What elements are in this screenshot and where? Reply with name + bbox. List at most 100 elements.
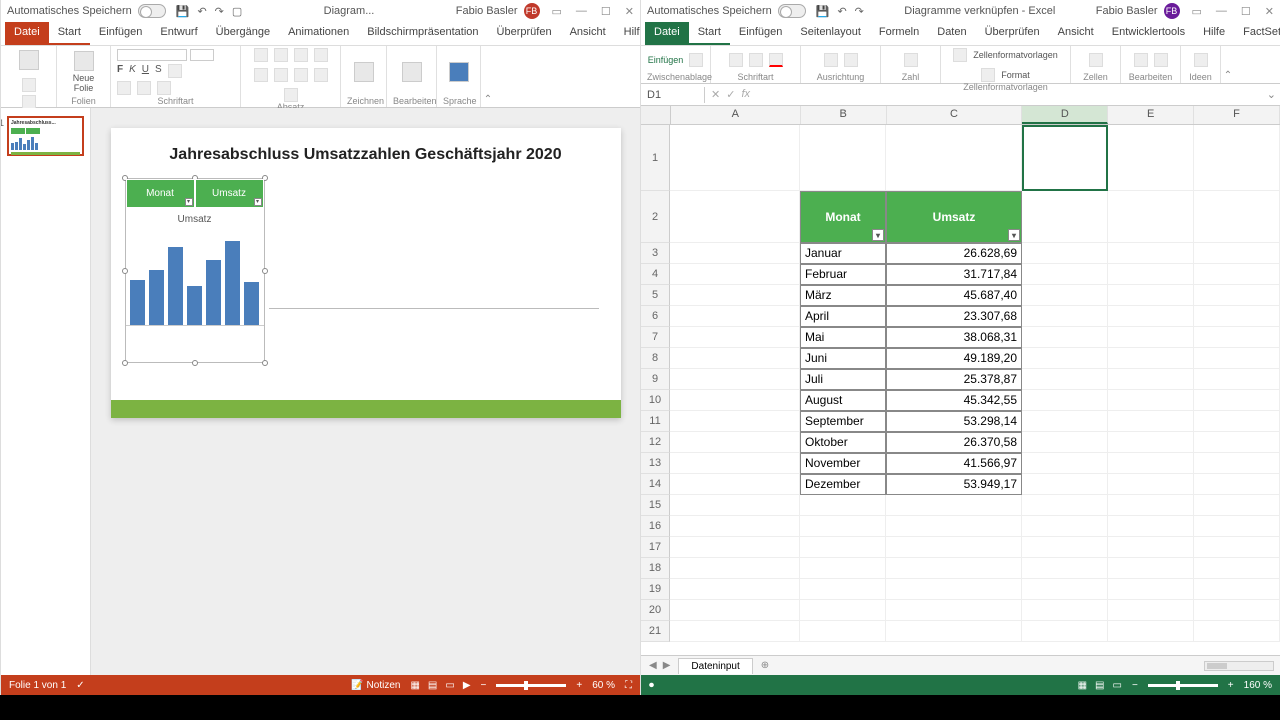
filter-icon[interactable]: ▾ <box>185 198 193 206</box>
cell-A9[interactable] <box>670 369 800 390</box>
tab-animations[interactable]: Animationen <box>279 22 358 45</box>
border-icon[interactable] <box>729 53 743 67</box>
sheet-tab-dateninput[interactable]: Dateninput <box>678 658 752 674</box>
tab-review[interactable]: Überprüfen <box>976 22 1049 45</box>
col-header-D[interactable]: D <box>1022 106 1108 124</box>
wrap-icon[interactable] <box>844 53 858 67</box>
cell-F7[interactable] <box>1194 327 1280 348</box>
spreadsheet-grid[interactable]: A B C D E F 1234567891011121314151617181… <box>641 106 1280 655</box>
col-header-A[interactable]: A <box>671 106 801 124</box>
ribbon-mode-icon[interactable]: ▭ <box>552 5 562 18</box>
numbering-icon[interactable] <box>274 48 288 62</box>
cell-A12[interactable] <box>670 432 800 453</box>
tab-formulas[interactable]: Formeln <box>870 22 928 45</box>
cell-E19[interactable] <box>1108 579 1194 600</box>
font-family-input[interactable] <box>117 49 187 61</box>
cell-F12[interactable] <box>1194 432 1280 453</box>
text-effect-icon[interactable] <box>168 64 182 78</box>
cell-E2[interactable] <box>1108 191 1194 243</box>
row-header[interactable]: 17 <box>641 537 670 558</box>
paste-insert-label[interactable]: Einfügen <box>648 55 684 65</box>
tab-view[interactable]: Ansicht <box>1049 22 1103 45</box>
bullets-icon[interactable] <box>254 48 268 62</box>
cell-A3[interactable] <box>670 243 800 264</box>
zoom-in-icon[interactable]: + <box>1228 680 1234 691</box>
bold-button[interactable]: F <box>117 64 123 78</box>
cell-A16[interactable] <box>670 516 800 537</box>
tab-data[interactable]: Daten <box>928 22 975 45</box>
row-header[interactable]: 3 <box>641 243 670 264</box>
cell-F20[interactable] <box>1194 600 1280 621</box>
cell-B19[interactable] <box>800 579 886 600</box>
font-size-input[interactable] <box>190 49 214 61</box>
cancel-fx-icon[interactable]: ✕ <box>711 88 720 101</box>
cell-F15[interactable] <box>1194 495 1280 516</box>
autosum-icon[interactable] <box>1134 53 1148 67</box>
row-header[interactable]: 15 <box>641 495 670 516</box>
cell-E15[interactable] <box>1108 495 1194 516</box>
slideshow-view-icon[interactable]: ▶ <box>463 680 471 691</box>
cell-B6[interactable]: April <box>800 306 886 327</box>
embedded-chart-object[interactable]: Monat▾ Umsatz▾ Umsatz <box>125 178 265 363</box>
tab-view[interactable]: Ansicht <box>561 22 615 45</box>
filter-icon[interactable]: ▾ <box>254 198 262 206</box>
cell-D8[interactable] <box>1022 348 1108 369</box>
col-header-B[interactable]: B <box>801 106 887 124</box>
slide-title[interactable]: Jahresabschluss Umsatzzahlen Geschäftsja… <box>125 146 607 164</box>
cell-C20[interactable] <box>886 600 1022 621</box>
cell-F8[interactable] <box>1194 348 1280 369</box>
cell-B10[interactable]: August <box>800 390 886 411</box>
cell-B21[interactable] <box>800 621 886 642</box>
cell-A18[interactable] <box>670 558 800 579</box>
zoom-value[interactable]: 60 % <box>592 680 615 691</box>
save-icon[interactable]: 💾 <box>816 5 830 18</box>
cell-C9[interactable]: 25.378,87 <box>886 369 1022 390</box>
maximize-icon[interactable]: ☐ <box>601 5 611 18</box>
cell-B8[interactable]: Juni <box>800 348 886 369</box>
tab-help[interactable]: Hilfe <box>1194 22 1234 45</box>
cell-A17[interactable] <box>670 537 800 558</box>
cell-D13[interactable] <box>1022 453 1108 474</box>
cell-F16[interactable] <box>1194 516 1280 537</box>
cell-F9[interactable] <box>1194 369 1280 390</box>
cell-B3[interactable]: Januar <box>800 243 886 264</box>
cell-C10[interactable]: 45.342,55 <box>886 390 1022 411</box>
user-avatar[interactable]: FB <box>1164 3 1180 19</box>
minimize-icon[interactable]: — <box>1216 5 1227 18</box>
zoom-slider[interactable] <box>1148 684 1218 687</box>
justify-icon[interactable] <box>284 88 298 102</box>
slide-thumbnail-1[interactable]: 1 Jahresabschluss... <box>7 116 84 156</box>
cell-F10[interactable] <box>1194 390 1280 411</box>
cell-E18[interactable] <box>1108 558 1194 579</box>
normal-view-icon[interactable]: ▦ <box>1078 680 1087 691</box>
cell-F4[interactable] <box>1194 264 1280 285</box>
row-header[interactable]: 9 <box>641 369 670 390</box>
cell-A8[interactable] <box>670 348 800 369</box>
tab-file[interactable]: Datei <box>645 22 689 45</box>
cell-A10[interactable] <box>670 390 800 411</box>
cell-F11[interactable] <box>1194 411 1280 432</box>
cell-F17[interactable] <box>1194 537 1280 558</box>
cell-E13[interactable] <box>1108 453 1194 474</box>
row-header[interactable]: 14 <box>641 474 670 495</box>
fill-color-icon[interactable] <box>749 53 763 67</box>
paste-button[interactable] <box>15 48 43 72</box>
selection-handle[interactable] <box>262 360 268 366</box>
filter-icon[interactable]: ▾ <box>1008 229 1020 241</box>
row-header[interactable]: 16 <box>641 516 670 537</box>
row-header[interactable]: 4 <box>641 264 670 285</box>
cell-E14[interactable] <box>1108 474 1194 495</box>
cell-D11[interactable] <box>1022 411 1108 432</box>
col-header-C[interactable]: C <box>887 106 1023 124</box>
font-color-icon[interactable] <box>769 53 783 67</box>
cell-D1[interactable] <box>1022 125 1108 191</box>
cell-C14[interactable]: 53.949,17 <box>886 474 1022 495</box>
maximize-icon[interactable]: ☐ <box>1241 5 1251 18</box>
add-sheet-button[interactable]: ⊕ <box>753 658 777 673</box>
cell-F1[interactable] <box>1194 125 1280 191</box>
cell-B12[interactable]: Oktober <box>800 432 886 453</box>
cell-A1[interactable] <box>670 125 800 191</box>
sheet-nav-next-icon[interactable]: ▶ <box>663 660 671 671</box>
cell-E21[interactable] <box>1108 621 1194 642</box>
tab-design[interactable]: Entwurf <box>151 22 206 45</box>
